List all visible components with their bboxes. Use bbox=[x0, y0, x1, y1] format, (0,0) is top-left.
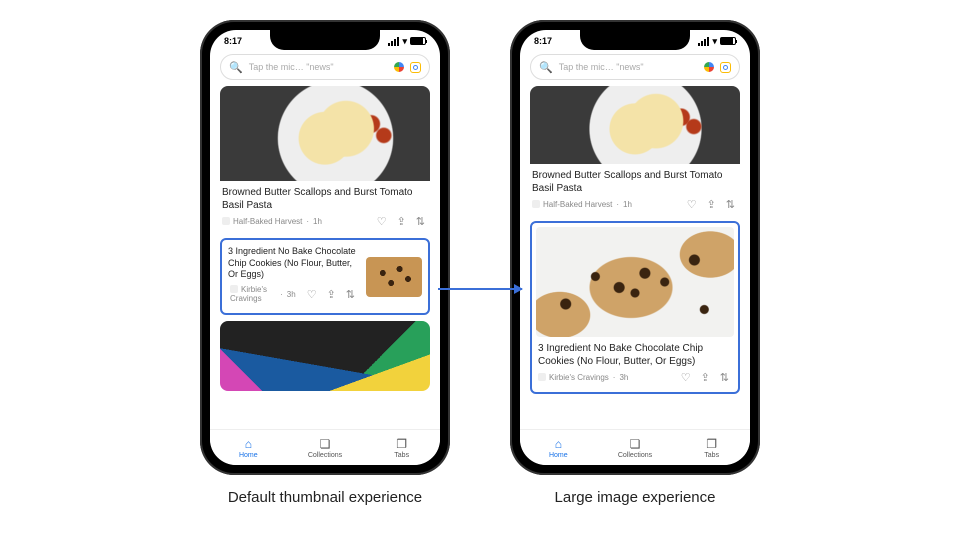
collections-icon: ❏ bbox=[320, 437, 331, 451]
nav-collections[interactable]: ❏ Collections bbox=[287, 430, 364, 465]
article-image-pasta bbox=[220, 86, 430, 181]
article-age: 3h bbox=[287, 290, 296, 299]
article-title: 3 Ingredient No Bake Chocolate Chip Cook… bbox=[228, 246, 360, 281]
nav-label: Tabs bbox=[394, 452, 409, 459]
heart-icon[interactable]: ♡ bbox=[304, 288, 320, 301]
share-icon[interactable]: ⇪ bbox=[394, 215, 409, 228]
feed-left: Browned Butter Scallops and Burst Tomato… bbox=[210, 86, 440, 391]
heart-icon[interactable]: ♡ bbox=[684, 198, 700, 211]
heart-icon[interactable]: ♡ bbox=[678, 371, 694, 384]
article-image-cookie bbox=[536, 227, 734, 337]
tune-icon[interactable]: ⇅ bbox=[413, 215, 428, 228]
phone-frame-right: 8:17 ▾ 🔍 Tap the mic… "news" bbox=[510, 20, 760, 475]
battery-icon bbox=[410, 37, 426, 45]
search-icon: 🔍 bbox=[539, 61, 553, 74]
tabs-icon: ❐ bbox=[706, 437, 717, 451]
mic-icon[interactable] bbox=[394, 62, 404, 72]
meta-sep: · bbox=[613, 373, 616, 382]
mic-icon[interactable] bbox=[704, 62, 714, 72]
article-source: Half-Baked Harvest bbox=[532, 200, 612, 209]
tune-icon[interactable]: ⇅ bbox=[717, 371, 732, 384]
signal-icon bbox=[698, 37, 709, 46]
phone-screen-right: 8:17 ▾ 🔍 Tap the mic… "news" bbox=[520, 30, 750, 465]
feed-right: Browned Butter Scallops and Burst Tomato… bbox=[520, 86, 750, 394]
status-time: 8:17 bbox=[224, 36, 242, 46]
nav-label: Collections bbox=[308, 452, 342, 459]
comparison-stage: 8:17 ▾ 🔍 Tap the mic… "news" bbox=[0, 0, 960, 506]
article-meta: Half-Baked Harvest · 1h ♡ ⇪ ⇅ bbox=[220, 215, 430, 232]
status-time: 8:17 bbox=[534, 36, 552, 46]
transition-arrow bbox=[438, 288, 522, 290]
share-icon[interactable]: ⇪ bbox=[704, 198, 719, 211]
bottom-nav: ⌂ Home ❏ Collections ❐ Tabs bbox=[520, 429, 750, 465]
wifi-icon: ▾ bbox=[402, 36, 407, 47]
phone-notch bbox=[580, 28, 690, 50]
share-icon[interactable]: ⇪ bbox=[698, 371, 713, 384]
bottom-nav: ⌂ Home ❏ Collections ❐ Tabs bbox=[210, 429, 440, 465]
tune-icon[interactable]: ⇅ bbox=[343, 288, 358, 301]
article-source: Half-Baked Harvest bbox=[222, 217, 302, 226]
search-bar[interactable]: 🔍 Tap the mic… "news" bbox=[530, 54, 740, 80]
phone-frame-left: 8:17 ▾ 🔍 Tap the mic… "news" bbox=[200, 20, 450, 475]
home-icon: ⌂ bbox=[555, 437, 562, 451]
caption-left: Default thumbnail experience bbox=[228, 489, 422, 506]
search-icon: 🔍 bbox=[229, 61, 243, 74]
tabs-icon: ❐ bbox=[396, 437, 407, 451]
nav-tabs[interactable]: ❐ Tabs bbox=[673, 430, 750, 465]
article-card-pasta[interactable]: Browned Butter Scallops and Burst Tomato… bbox=[530, 86, 740, 215]
nav-home[interactable]: ⌂ Home bbox=[520, 430, 597, 465]
article-age: 1h bbox=[623, 200, 632, 209]
home-icon: ⌂ bbox=[245, 437, 252, 451]
search-placeholder: Tap the mic… "news" bbox=[559, 62, 698, 72]
nav-collections[interactable]: ❏ Collections bbox=[597, 430, 674, 465]
wifi-icon: ▾ bbox=[712, 36, 717, 47]
collections-icon: ❏ bbox=[630, 437, 641, 451]
meta-sep: · bbox=[280, 290, 283, 299]
article-age: 3h bbox=[619, 373, 628, 382]
meta-sep: · bbox=[306, 217, 309, 226]
nav-label: Home bbox=[549, 452, 568, 459]
article-card-pasta[interactable]: Browned Butter Scallops and Burst Tomato… bbox=[220, 86, 430, 232]
article-image-pasta bbox=[530, 86, 740, 164]
article-card-cookie-large[interactable]: 3 Ingredient No Bake Chocolate Chip Cook… bbox=[530, 221, 740, 394]
share-icon[interactable]: ⇪ bbox=[324, 288, 339, 301]
article-meta: Half-Baked Harvest · 1h ♡ ⇪ ⇅ bbox=[530, 198, 740, 215]
tune-icon[interactable]: ⇅ bbox=[723, 198, 738, 211]
search-placeholder: Tap the mic… "news" bbox=[249, 62, 388, 72]
nav-label: Home bbox=[239, 452, 258, 459]
search-bar[interactable]: 🔍 Tap the mic… "news" bbox=[220, 54, 430, 80]
nav-label: Collections bbox=[618, 452, 652, 459]
lens-icon[interactable] bbox=[410, 62, 421, 73]
phone-notch bbox=[270, 28, 380, 50]
article-source: Kirbie's Cravings bbox=[230, 285, 276, 303]
nav-label: Tabs bbox=[704, 452, 719, 459]
article-card-cookie-thumb[interactable]: 3 Ingredient No Bake Chocolate Chip Cook… bbox=[220, 238, 430, 315]
article-source: Kirbie's Cravings bbox=[538, 373, 609, 382]
signal-icon bbox=[388, 37, 399, 46]
article-meta: Kirbie's Cravings · 3h ♡ ⇪ ⇅ bbox=[228, 281, 360, 307]
nav-home[interactable]: ⌂ Home bbox=[210, 430, 287, 465]
article-meta: Kirbie's Cravings · 3h ♡ ⇪ ⇅ bbox=[536, 371, 734, 388]
nav-tabs[interactable]: ❐ Tabs bbox=[363, 430, 440, 465]
article-age: 1h bbox=[313, 217, 322, 226]
right-column: 8:17 ▾ 🔍 Tap the mic… "news" bbox=[510, 20, 760, 506]
status-right: ▾ bbox=[388, 36, 426, 47]
caption-right: Large image experience bbox=[555, 489, 716, 506]
phone-screen-left: 8:17 ▾ 🔍 Tap the mic… "news" bbox=[210, 30, 440, 465]
article-title: Browned Butter Scallops and Burst Tomato… bbox=[530, 164, 740, 198]
lens-icon[interactable] bbox=[720, 62, 731, 73]
battery-icon bbox=[720, 37, 736, 45]
article-image-misc bbox=[220, 321, 430, 391]
meta-sep: · bbox=[616, 200, 619, 209]
article-thumbnail-cookie bbox=[366, 257, 422, 297]
article-title: Browned Butter Scallops and Burst Tomato… bbox=[220, 181, 430, 215]
left-column: 8:17 ▾ 🔍 Tap the mic… "news" bbox=[200, 20, 450, 506]
status-right: ▾ bbox=[698, 36, 736, 47]
heart-icon[interactable]: ♡ bbox=[374, 215, 390, 228]
article-card-misc[interactable] bbox=[220, 321, 430, 391]
article-title: 3 Ingredient No Bake Chocolate Chip Cook… bbox=[536, 337, 734, 371]
